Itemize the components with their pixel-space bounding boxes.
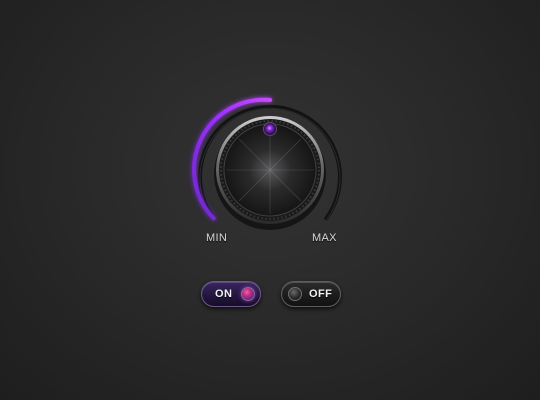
on-toggle-button[interactable]: ON (201, 281, 261, 307)
max-label: MAX (312, 232, 337, 244)
off-toggle-button[interactable]: OFF (281, 281, 341, 307)
min-label: MIN (206, 232, 228, 244)
on-dot-icon (241, 287, 255, 301)
indicator-dot-icon (263, 122, 277, 136)
off-dot-icon (288, 287, 302, 301)
off-toggle-label: OFF (309, 288, 333, 300)
volume-knob[interactable] (0, 0, 540, 400)
on-toggle-label: ON (215, 288, 233, 300)
control-panel: MIN MAX ON OFF (0, 0, 540, 400)
